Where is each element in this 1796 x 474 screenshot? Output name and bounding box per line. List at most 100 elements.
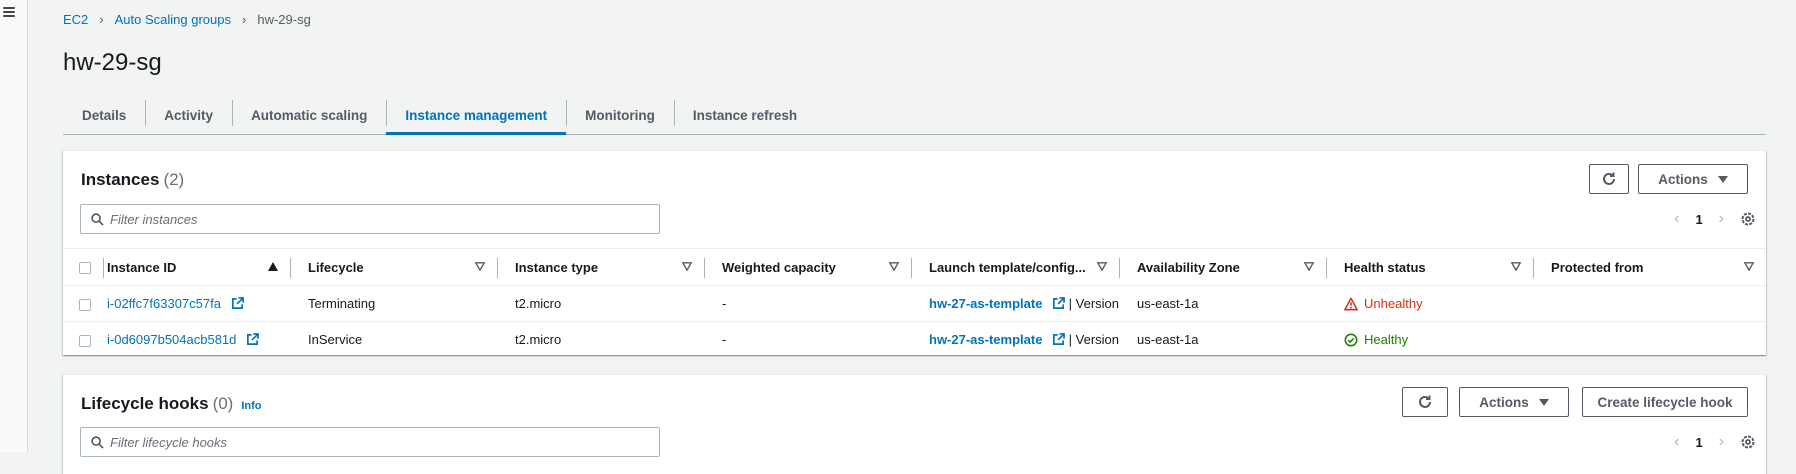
filter-instances-field[interactable] (80, 204, 660, 234)
sort-icon[interactable] (1097, 262, 1108, 271)
hooks-count: (0) (212, 394, 234, 413)
col-weighted-capacity[interactable]: Weighted capacity (704, 248, 911, 286)
menu-icon[interactable] (3, 6, 15, 18)
tab-details[interactable]: Details (63, 96, 145, 134)
launch-template-link[interactable]: hw-27-as-template (929, 332, 1042, 347)
chevron-right-icon: › (99, 12, 104, 27)
instances-title: Instances (81, 170, 160, 189)
col-protected-from[interactable]: Protected from (1533, 248, 1766, 286)
instance-id-cell: i-0d6097b504acb581d (103, 322, 290, 358)
warning-icon (1344, 297, 1358, 311)
search-icon (91, 213, 104, 226)
refresh-icon (1603, 172, 1615, 185)
breadcrumb-auto-scaling-groups[interactable]: Auto Scaling groups (115, 12, 231, 27)
external-link-icon[interactable] (1052, 333, 1065, 346)
col-instance-id[interactable]: Instance ID (103, 248, 290, 286)
protected-from-cell (1533, 322, 1766, 358)
create-label: Create lifecycle hook (1597, 394, 1733, 410)
version-text: | Version (1068, 296, 1120, 311)
tab-activity[interactable]: Activity (145, 96, 232, 134)
sort-icon[interactable] (889, 262, 899, 271)
table-row[interactable]: i-0d6097b504acb581d InService t2.micro -… (63, 322, 1766, 358)
col-lifecycle[interactable]: Lifecycle (290, 248, 497, 286)
tab-bar: Details Activity Automatic scaling Insta… (63, 96, 1766, 135)
external-link-icon[interactable] (231, 297, 244, 310)
row-select-cell (63, 322, 103, 358)
page-title: hw-29-sg (63, 49, 162, 76)
row-checkbox[interactable] (79, 334, 91, 347)
instances-count: (2) (163, 170, 185, 189)
launch-template-link[interactable]: hw-27-as-template (929, 296, 1042, 311)
external-link-icon[interactable] (246, 333, 259, 346)
hooks-actions-button[interactable]: Actions (1459, 387, 1569, 417)
info-link[interactable]: Info (241, 400, 261, 412)
breadcrumb-ec2[interactable]: EC2 (63, 12, 88, 27)
filter-instances-input[interactable] (110, 211, 650, 227)
col-label: Health status (1344, 259, 1426, 275)
col-instance-type[interactable]: Instance type (497, 248, 704, 286)
row-checkbox[interactable] (79, 298, 91, 311)
instances-table: Instance ID Lifecycle Instance type Weig… (63, 248, 1766, 358)
chevron-right-icon[interactable]: › (1719, 433, 1724, 451)
col-label: Protected from (1551, 259, 1644, 275)
hooks-header: Lifecycle hooks (0) Info (81, 394, 262, 414)
col-label: Instance ID (107, 259, 177, 275)
table-row[interactable]: i-02ffc7f63307c57fa Terminating t2.micro… (63, 285, 1766, 322)
chevron-left-icon[interactable]: ‹ (1674, 433, 1679, 451)
tab-instance-refresh[interactable]: Instance refresh (673, 96, 816, 134)
launch-template-cell: hw-27-as-template | Version (911, 322, 1119, 358)
filter-hooks-field[interactable] (80, 427, 660, 457)
instance-id-link[interactable]: i-0d6097b504acb581d (107, 332, 236, 347)
sort-icon[interactable] (682, 262, 692, 271)
col-label: Availability Zone (1137, 259, 1240, 275)
row-select-cell (63, 285, 103, 322)
col-availability-zone[interactable]: Availability Zone (1119, 248, 1327, 286)
create-lifecycle-hook-button[interactable]: Create lifecycle hook (1582, 387, 1748, 417)
health-status-cell: Healthy (1326, 322, 1533, 358)
col-label: Weighted capacity (722, 259, 836, 275)
breadcrumb: EC2 › Auto Scaling groups › hw-29-sg (63, 12, 311, 27)
page-number[interactable]: 1 (1695, 212, 1702, 227)
version-text: | Version (1068, 332, 1120, 348)
caret-down-icon (1717, 175, 1728, 183)
lifecycle-cell: Terminating (290, 285, 497, 322)
chevron-right-icon[interactable]: › (1719, 210, 1724, 228)
weighted-capacity-cell: - (722, 332, 727, 348)
check-circle-icon (1344, 333, 1358, 347)
hooks-refresh-button[interactable] (1402, 387, 1448, 417)
sort-icon[interactable] (1304, 262, 1315, 271)
left-nav-rail (0, 0, 28, 452)
external-link-icon[interactable] (1052, 297, 1065, 310)
page-number[interactable]: 1 (1695, 435, 1702, 450)
breadcrumb-current: hw-29-sg (257, 12, 311, 27)
settings-gear-icon[interactable] (1740, 434, 1756, 450)
tab-instance-management[interactable]: Instance management (386, 96, 566, 135)
actions-label: Actions (1479, 394, 1529, 410)
refresh-button[interactable] (1589, 164, 1629, 194)
chevron-left-icon[interactable]: ‹ (1674, 210, 1679, 228)
instance-id-link[interactable]: i-02ffc7f63307c57fa (107, 296, 221, 311)
instances-actions-button[interactable]: Actions (1638, 164, 1748, 194)
sort-icon[interactable] (1744, 262, 1754, 271)
instance-id-cell: i-02ffc7f63307c57fa (103, 285, 290, 322)
health-status-cell: Unhealthy (1326, 285, 1534, 322)
actions-label: Actions (1658, 171, 1708, 187)
col-label: Launch template/config... (929, 259, 1086, 275)
sort-icon[interactable] (1511, 262, 1522, 271)
lifecycle-hooks-panel: Lifecycle hooks (0) Info Actions Create li… (63, 374, 1766, 474)
table-header-row: Instance ID Lifecycle Instance type Weig… (63, 248, 1766, 286)
tab-automatic-scaling[interactable]: Automatic scaling (232, 96, 386, 134)
filter-hooks-input[interactable] (110, 434, 650, 450)
sort-ascending-icon[interactable] (268, 262, 278, 271)
settings-gear-icon[interactable] (1740, 211, 1756, 227)
protected-from-cell (1533, 285, 1766, 322)
tab-monitoring[interactable]: Monitoring (566, 96, 674, 134)
hooks-pagination: ‹ 1 › (1674, 433, 1756, 451)
col-health-status[interactable]: Health status (1326, 248, 1534, 286)
col-launch-template[interactable]: Launch template/config... (911, 248, 1120, 286)
instances-pagination: ‹ 1 › (1674, 210, 1756, 228)
select-all-checkbox[interactable] (79, 262, 91, 275)
health-status-text: Unhealthy (1364, 296, 1423, 311)
sort-icon[interactable] (475, 262, 485, 271)
launch-template-cell: hw-27-as-template | Version (911, 285, 1120, 322)
